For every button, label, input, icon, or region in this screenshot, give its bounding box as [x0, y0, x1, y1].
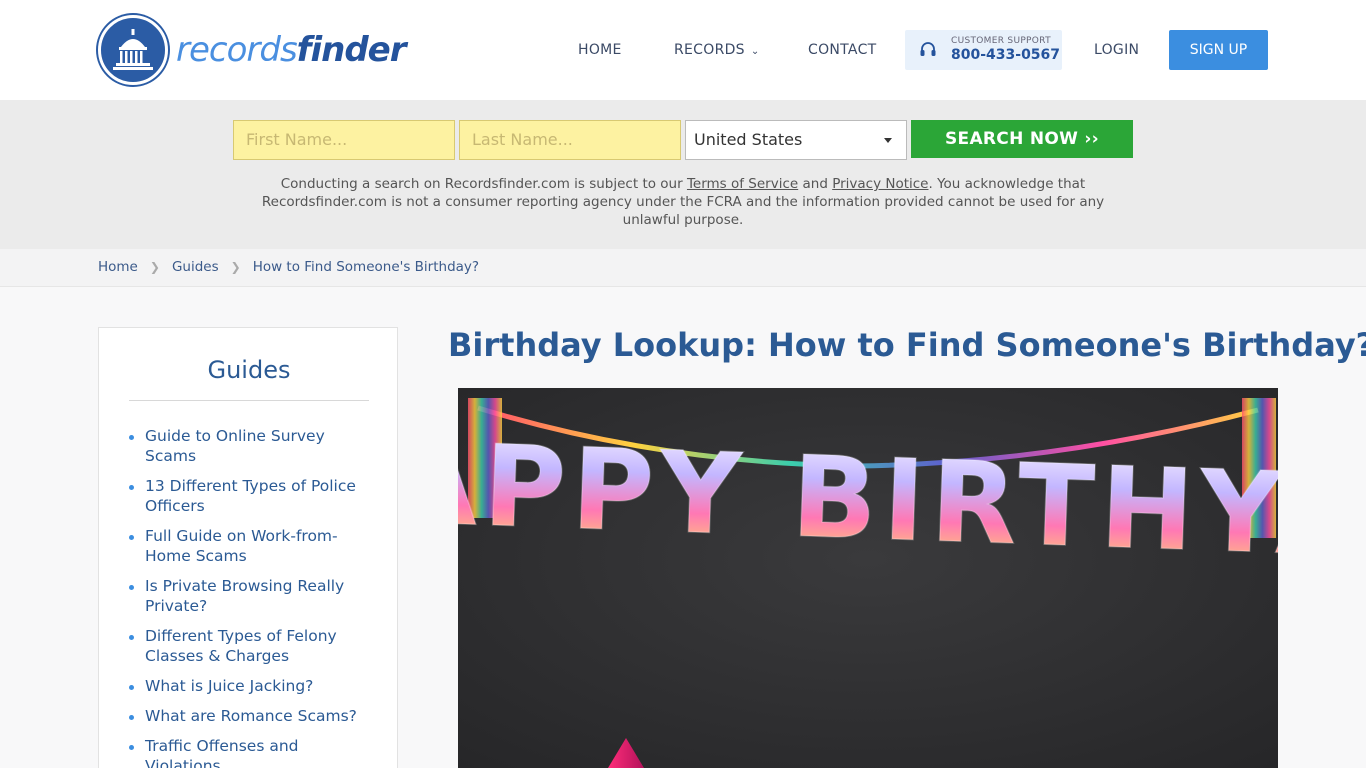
- page-title: Birthday Lookup: How to Find Someone's B…: [448, 326, 1366, 364]
- guide-link[interactable]: 13 Different Types of Police Officers: [129, 476, 369, 516]
- chevron-right-icon: ❯: [230, 260, 241, 274]
- support-phone[interactable]: 800-433-0567: [951, 47, 1060, 63]
- logo-wordmark: recordsfinder: [176, 33, 406, 67]
- search-now-button[interactable]: SEARCH NOW ››: [911, 120, 1133, 158]
- customer-support-box[interactable]: CUSTOMER SUPPORT 800-433-0567: [905, 30, 1062, 70]
- nav-home[interactable]: HOME: [578, 40, 622, 60]
- support-label: CUSTOMER SUPPORT: [951, 36, 1051, 46]
- logo-part-finder: finder: [296, 30, 407, 70]
- sidebar-title: Guides: [207, 356, 291, 384]
- chevron-right-icon: ❯: [149, 260, 160, 274]
- guides-list: Guide to Online Survey Scams 13 Differen…: [129, 426, 369, 768]
- guide-link[interactable]: Traffic Offenses and Violations: [129, 736, 369, 768]
- capitol-icon: [98, 15, 168, 85]
- logo-part-records: records: [176, 30, 298, 70]
- headset-icon: [920, 42, 936, 56]
- hero-image: HAPPY BIRTHYAY: [458, 388, 1278, 768]
- breadcrumb-guides[interactable]: Guides: [172, 259, 219, 275]
- breadcrumb-current[interactable]: How to Find Someone's Birthday?: [253, 259, 479, 275]
- country-select[interactable]: United States: [685, 120, 907, 160]
- guides-sidebar: Guides Guide to Online Survey Scams 13 D…: [98, 327, 398, 768]
- country-select-value: United States: [694, 130, 803, 149]
- breadcrumb: Home ❯ Guides ❯ How to Find Someone's Bi…: [0, 249, 1366, 287]
- guide-link[interactable]: What are Romance Scams?: [129, 706, 369, 726]
- site-logo[interactable]: recordsfinder: [98, 15, 406, 85]
- search-section: First Name... Last Name... United States…: [0, 100, 1366, 249]
- guide-link[interactable]: Full Guide on Work-from-Home Scams: [129, 526, 369, 566]
- nav-records-label: RECORDS: [674, 42, 745, 58]
- search-disclaimer: Conducting a search on Recordsfinder.com…: [250, 175, 1116, 229]
- guide-link[interactable]: Guide to Online Survey Scams: [129, 426, 369, 466]
- signup-button[interactable]: SIGN UP: [1169, 30, 1268, 70]
- disclaimer-and: and: [798, 176, 833, 192]
- nav-login[interactable]: LOGIN: [1094, 40, 1139, 60]
- breadcrumb-home[interactable]: Home: [98, 259, 138, 275]
- nav-contact[interactable]: CONTACT: [808, 40, 877, 60]
- nav-records[interactable]: RECORDS ⌄: [674, 40, 760, 62]
- site-header: recordsfinder HOME RECORDS ⌄ CONTACT CUST…: [0, 0, 1366, 100]
- last-name-input[interactable]: Last Name...: [459, 120, 681, 160]
- first-name-input[interactable]: First Name...: [233, 120, 455, 160]
- caret-down-icon: [884, 138, 892, 143]
- guide-link[interactable]: What is Juice Jacking?: [129, 676, 369, 696]
- sidebar-divider: [129, 400, 369, 401]
- guide-link[interactable]: Different Types of Felony Classes & Char…: [129, 626, 369, 666]
- privacy-notice-link[interactable]: Privacy Notice: [832, 176, 928, 192]
- disclaimer-pre: Conducting a search on Recordsfinder.com…: [280, 176, 687, 192]
- guide-link[interactable]: Is Private Browsing Really Private?: [129, 576, 369, 616]
- chevron-down-icon: ⌄: [750, 46, 760, 57]
- terms-of-service-link[interactable]: Terms of Service: [687, 176, 798, 192]
